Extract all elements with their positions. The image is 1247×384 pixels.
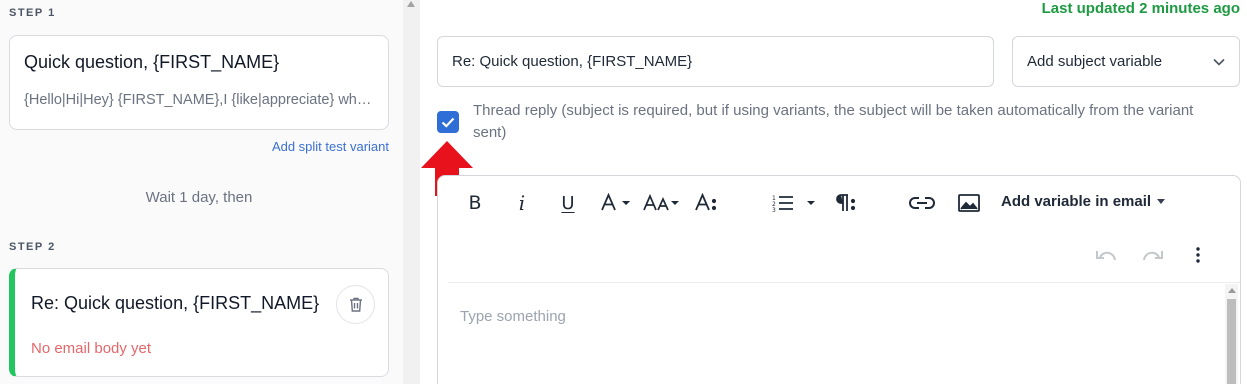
redo-button[interactable] (1141, 243, 1165, 267)
trash-icon (349, 297, 362, 312)
paragraph-button[interactable] (833, 190, 857, 216)
scroll-up-arrow-icon[interactable] (1228, 288, 1236, 293)
email-body-placeholder: Type something (460, 308, 566, 325)
font-size-dropdown[interactable] (643, 190, 683, 216)
ordered-list-icon: 1 2 3 (772, 195, 815, 213)
redo-icon (1143, 251, 1163, 261)
step-2-card[interactable]: Re: Quick question, {FIRST_NAME} No emai… (9, 268, 389, 377)
font-size-icon (643, 193, 679, 211)
wait-delay-text: Wait 1 day, then (145, 189, 253, 206)
sequence-steps-panel: STEP 1 Quick question, {FIRST_NAME} {Hel… (0, 0, 403, 384)
font-color-dropdown[interactable] (599, 190, 635, 216)
text-format-icon (695, 193, 717, 211)
image-icon (958, 194, 980, 212)
bold-icon: B (468, 192, 482, 214)
panel-splitter[interactable] (403, 0, 420, 384)
editor-scrollbar-thumb[interactable] (1227, 299, 1236, 384)
italic-button[interactable]: i (513, 190, 531, 216)
step-1-body-preview: {Hello|Hi|Hey} {FIRST_NAME},I {like|appr… (24, 92, 374, 108)
link-icon (909, 197, 935, 209)
insert-link-button[interactable] (908, 190, 936, 216)
last-updated-status: Last updated 2 minutes ago (1041, 0, 1240, 17)
caret-down-icon (1157, 199, 1166, 204)
checkmark-icon (441, 117, 455, 128)
email-body-editor[interactable]: B i U 1 2 3 Add variable in email Type s… (437, 175, 1241, 384)
font-color-icon (601, 193, 630, 211)
step-2-empty-body: No email body yet (31, 340, 152, 357)
step-1-subject: Quick question, {FIRST_NAME} (24, 52, 280, 72)
paragraph-icon (836, 194, 856, 211)
step-1-label: STEP 1 (9, 7, 56, 19)
editor-scrollbar[interactable] (1225, 284, 1238, 384)
delete-step-button[interactable] (336, 285, 375, 324)
toolbar-divider (448, 282, 1240, 283)
subject-variable-select[interactable]: Add subject variable (1012, 36, 1240, 87)
thread-reply-checkbox[interactable] (437, 111, 459, 133)
underline-icon: U (561, 192, 575, 214)
step-2-label: STEP 2 (9, 241, 56, 253)
insert-image-button[interactable] (956, 190, 982, 216)
scroll-up-icon[interactable] (407, 1, 415, 7)
add-variable-in-email-dropdown[interactable]: Add variable in email (1001, 193, 1166, 210)
step-1-card[interactable]: Quick question, {FIRST_NAME} {Hello|Hi|H… (9, 35, 389, 130)
ordered-list-dropdown[interactable]: 1 2 3 (771, 190, 819, 216)
italic-icon: i (518, 191, 526, 215)
step-2-subject: Re: Quick question, {FIRST_NAME} (31, 293, 320, 313)
thread-reply-label: Thread reply (subject is required, but i… (473, 102, 1194, 141)
underline-button[interactable]: U (557, 190, 579, 216)
text-format-button[interactable] (695, 190, 719, 216)
subject-input[interactable] (437, 36, 994, 87)
chevron-down-icon (1213, 58, 1225, 66)
more-options-button[interactable] (1188, 243, 1208, 267)
bold-button[interactable]: B (465, 190, 485, 216)
subject-variable-select-label: Add subject variable (1027, 53, 1163, 70)
undo-button[interactable] (1094, 243, 1118, 267)
add-variable-in-email-label: Add variable in email (1001, 193, 1152, 210)
svg-text:3: 3 (772, 207, 776, 213)
add-split-test-variant-link[interactable]: Add split test variant (272, 139, 389, 154)
undo-icon (1096, 251, 1116, 261)
more-vertical-icon (1196, 247, 1200, 263)
